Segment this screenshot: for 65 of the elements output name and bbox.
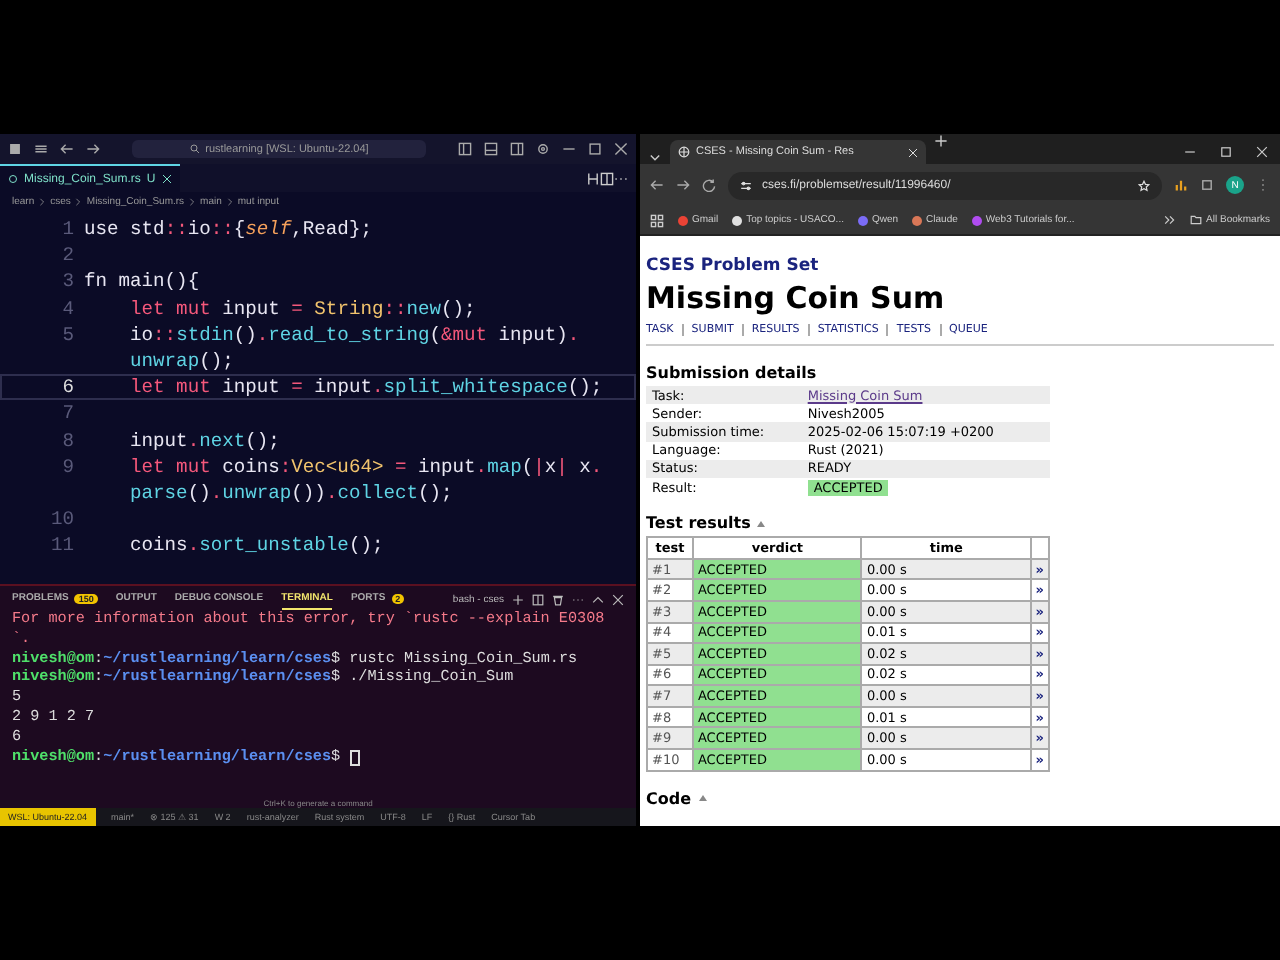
code-line: let mut input = input.split_whitespace(); (128, 376, 603, 399)
line-number: 5 (60, 323, 76, 346)
line-number: 8 (60, 429, 76, 452)
chevron-up-icon[interactable] (592, 593, 604, 605)
code-line: fn main(){ (84, 270, 200, 293)
line-number: 4 (60, 297, 76, 320)
folder-icon (1190, 214, 1203, 226)
tab-search-icon[interactable] (648, 150, 662, 164)
code-line: coins.sort_unstable(); (128, 534, 384, 557)
bar-chart-icon[interactable] (1174, 178, 1188, 192)
globe-icon (678, 146, 690, 158)
line-number: 1 (60, 218, 76, 241)
star-icon[interactable] (1138, 179, 1150, 191)
panel-icon[interactable] (484, 142, 498, 156)
forward-arrow-icon[interactable] (86, 142, 100, 156)
extension-icon[interactable] (1200, 178, 1214, 192)
section-heading: Submission details (646, 364, 817, 382)
new-tab-icon[interactable] (934, 134, 948, 148)
line-number: 7 (60, 402, 76, 425)
collapse-icon[interactable] (697, 794, 708, 803)
code-line: let mut coins:Vec<u64> = input.map(|x| x. (128, 455, 603, 478)
close-icon[interactable] (161, 174, 172, 184)
code-line: parse().unwrap()).collect(); (128, 481, 453, 504)
more-icon[interactable] (572, 593, 584, 605)
reload-icon[interactable] (702, 178, 716, 192)
line-number: 10 (48, 508, 76, 531)
app-logo-icon (8, 142, 22, 156)
layout-icon[interactable] (458, 142, 472, 156)
split-icon[interactable] (600, 171, 614, 185)
back-arrow-icon[interactable] (650, 178, 664, 192)
close-icon[interactable] (614, 142, 628, 156)
line-number: 3 (60, 270, 76, 293)
search-icon (189, 144, 200, 154)
section-heading: Test results (646, 514, 751, 533)
menu-icon[interactable] (34, 142, 48, 156)
maximize-icon[interactable] (588, 142, 602, 156)
line-number: 6 (60, 376, 76, 399)
section-heading: Code (646, 789, 692, 808)
settings-icon[interactable] (536, 142, 550, 156)
more-icon[interactable] (1256, 178, 1270, 192)
minimize-icon[interactable] (562, 142, 576, 156)
collapse-icon[interactable] (756, 519, 767, 528)
trash-icon[interactable] (552, 593, 564, 605)
close-icon[interactable] (1256, 146, 1268, 158)
line-number: 11 (48, 534, 76, 557)
code-line: unwrap(); (128, 350, 234, 373)
forward-arrow-icon[interactable] (676, 178, 690, 192)
plus-icon[interactable] (512, 593, 524, 605)
line-number: 9 (60, 455, 76, 478)
code-line: io::stdin().read_to_string(&mut input). (128, 323, 580, 346)
code-line: let mut input = String::new(); (128, 297, 476, 320)
sidebar-icon[interactable] (510, 142, 524, 156)
page-title: Missing Coin Sum (646, 280, 947, 316)
overflow-icon[interactable] (1164, 214, 1177, 226)
code-line: input.next(); (128, 429, 280, 452)
maximize-icon[interactable] (1220, 146, 1232, 158)
minimize-icon[interactable] (1184, 146, 1196, 158)
split-icon[interactable] (532, 593, 544, 605)
tune-icon (740, 179, 752, 191)
back-arrow-icon[interactable] (60, 142, 74, 156)
site-name[interactable]: CSES Problem Set (646, 256, 1274, 276)
code-line: use std::io::{self,Read}; (84, 218, 372, 241)
close-icon[interactable] (612, 593, 624, 605)
apps-icon[interactable] (650, 213, 664, 227)
line-number: 2 (60, 244, 76, 267)
